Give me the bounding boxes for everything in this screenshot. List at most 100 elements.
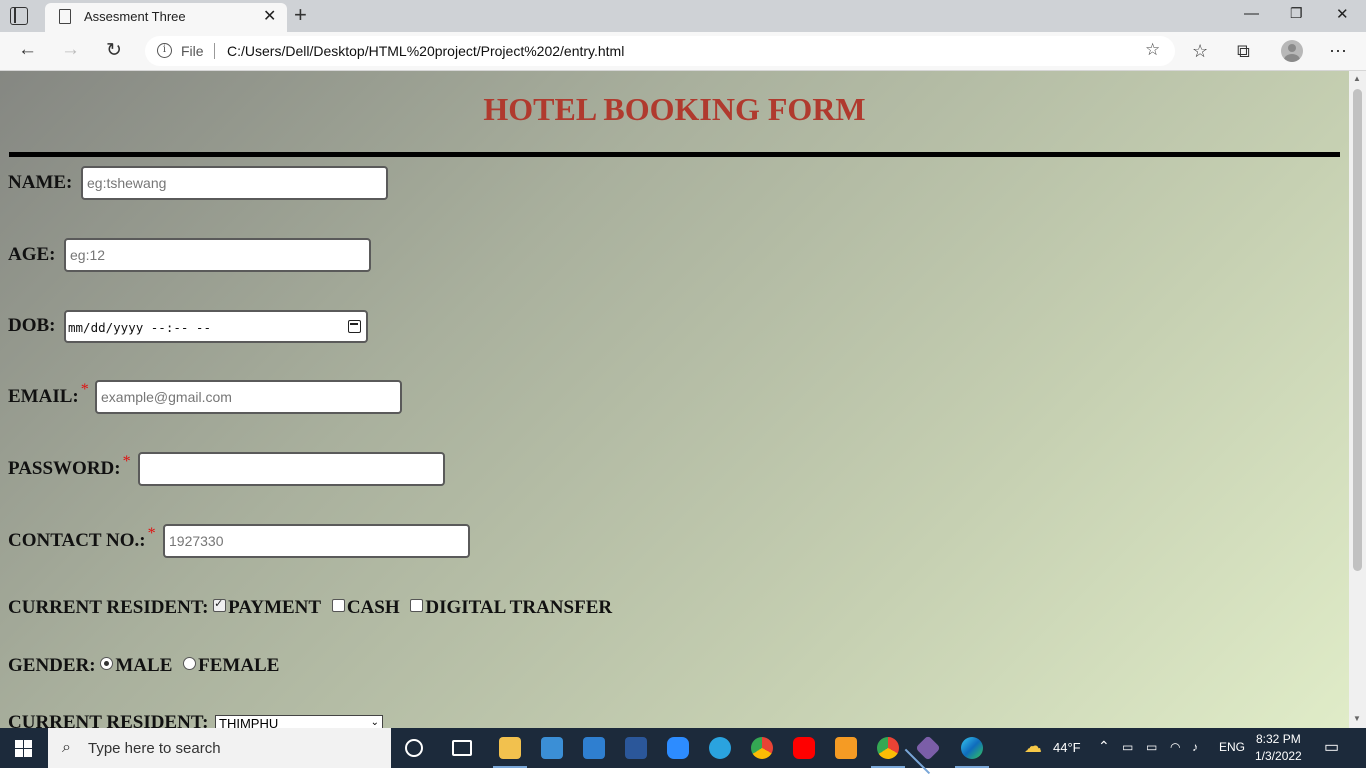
clock-date: 1/3/2022 [1255, 749, 1302, 763]
minimize-icon[interactable]: — [1244, 5, 1259, 22]
required-asterisk: * [147, 525, 156, 542]
weather-temperature[interactable]: 44°F [1053, 740, 1081, 755]
email-input[interactable]: example@gmail.com [95, 380, 402, 414]
chrome-icon[interactable] [751, 737, 773, 759]
contact-input[interactable]: 1927330 [163, 524, 470, 558]
password-input[interactable] [138, 452, 445, 486]
wifi-icon[interactable]: ◠ [1170, 740, 1180, 754]
divider [214, 43, 215, 59]
chevron-up-icon[interactable]: ⌃ [1098, 738, 1110, 755]
option-label: FEMALE [198, 655, 280, 676]
window-close-icon[interactable]: ✕ [1336, 5, 1349, 23]
navigation-bar: ← → ↻ i File C:/Users/Dell/Desktop/HTML%… [0, 32, 1366, 71]
meet-now-icon[interactable]: ▭ [1122, 740, 1133, 754]
collections-icon[interactable]: ⧉ [1237, 41, 1250, 62]
checkbox-unchecked[interactable] [331, 599, 345, 612]
windows-start-icon[interactable] [15, 740, 32, 757]
residence-select[interactable]: THIMPHU ⌄ [215, 715, 383, 728]
age-input[interactable]: eg:12 [64, 238, 371, 272]
scrollbar-thumb[interactable] [1353, 89, 1362, 571]
gender-row: GENDER: MALE FEMALE [8, 655, 285, 677]
name-input[interactable]: eg:tshewang [81, 166, 388, 200]
required-asterisk: * [122, 453, 131, 470]
url-text[interactable]: C:/Users/Dell/Desktop/HTML%20project/Pro… [227, 43, 624, 59]
calendar-icon[interactable] [348, 320, 361, 333]
male-radio-option[interactable]: MALE [100, 655, 172, 676]
search-icon: ⌕ [62, 739, 71, 756]
app-icon[interactable] [915, 735, 941, 761]
taskbar-search[interactable]: ⌕ Type here to search [48, 728, 391, 768]
file-explorer-icon[interactable] [493, 737, 527, 768]
residence-selected-value: THIMPHU [219, 716, 279, 728]
horizontal-rule [9, 152, 1340, 157]
email-label: EMAIL: * [8, 381, 89, 408]
page-title: HOTEL BOOKING FORM [483, 91, 866, 127]
scroll-down-icon[interactable]: ▼ [1353, 714, 1361, 723]
tab-strip: Assesment Three ✕ + — ❐ ✕ [0, 0, 1366, 32]
info-icon[interactable]: i [157, 43, 172, 58]
notifications-icon[interactable]: ▭ [1324, 737, 1339, 757]
payment-group-label: CURRENT RESIDENT: [8, 597, 209, 618]
profile-avatar[interactable] [1281, 40, 1303, 62]
battery-icon[interactable]: ▭ [1146, 740, 1157, 754]
store-icon[interactable] [541, 737, 563, 759]
tab-actions-icon[interactable] [10, 7, 28, 25]
back-arrow-icon[interactable]: ← [18, 39, 37, 61]
youtube-icon[interactable] [793, 737, 815, 759]
zoom-icon[interactable] [667, 737, 689, 759]
language-indicator[interactable]: ENG [1219, 740, 1245, 754]
telegram-icon[interactable] [709, 737, 731, 759]
page-content: HOTEL BOOKING FORM NAME: eg:tshewang AGE… [0, 71, 1349, 728]
checkbox-unchecked[interactable] [410, 599, 424, 612]
digital-transfer-checkbox-option[interactable]: DIGITAL TRANSFER [410, 597, 612, 618]
mail-icon[interactable] [583, 737, 605, 759]
name-label: NAME: [8, 172, 73, 193]
radio-unselected[interactable] [183, 657, 197, 670]
female-radio-option[interactable]: FEMALE [183, 655, 279, 676]
cash-checkbox-option[interactable]: CASH [331, 597, 400, 618]
more-options-icon[interactable]: ⋯ [1329, 41, 1347, 62]
restore-icon[interactable]: ❐ [1290, 5, 1303, 22]
password-label-text: PASSWORD: [8, 458, 121, 479]
scroll-up-icon[interactable]: ▲ [1353, 74, 1361, 83]
email-label-text: EMAIL: [8, 386, 79, 407]
contact-placeholder: 1927330 [169, 533, 224, 549]
sublime-text-icon[interactable] [835, 737, 857, 759]
forward-arrow-icon[interactable]: → [61, 39, 80, 61]
browser-tab[interactable]: Assesment Three ✕ [45, 3, 287, 32]
option-label: MALE [115, 655, 173, 676]
age-label: AGE: [8, 244, 56, 265]
new-tab-icon[interactable]: + [294, 2, 307, 28]
vertical-scrollbar[interactable]: ▲ ▼ [1349, 71, 1366, 728]
contact-label-text: CONTACT NO.: [8, 530, 146, 551]
dob-value: mm/dd/yyyy --:-- -- [68, 320, 211, 335]
weather-icon[interactable]: ☁ [1024, 736, 1042, 757]
add-favorite-icon[interactable]: ☆ [1145, 40, 1160, 60]
payment-checkbox-option[interactable]: PAYMENT [213, 597, 321, 618]
email-placeholder: example@gmail.com [101, 389, 232, 405]
volume-icon[interactable]: ♪ [1192, 740, 1198, 754]
favorites-icon[interactable]: ☆ [1192, 41, 1208, 62]
chrome-profile-icon[interactable] [871, 737, 905, 768]
word-icon[interactable] [625, 737, 647, 759]
checkbox-checked[interactable] [213, 597, 227, 612]
clock[interactable]: 8:32 PM 1/3/2022 [1255, 731, 1302, 765]
cortana-icon[interactable] [405, 739, 423, 757]
clock-time: 8:32 PM [1256, 732, 1301, 746]
url-scheme-label: File [181, 43, 204, 59]
required-asterisk: * [80, 381, 89, 398]
gender-label: GENDER: [8, 655, 96, 676]
task-view-icon[interactable] [452, 740, 472, 756]
search-placeholder: Type here to search [88, 740, 221, 757]
taskbar: ⌕ Type here to search ☁ 44°F ⌃ ▭ ▭ ◠ ♪ E… [0, 728, 1366, 768]
tab-close-icon[interactable]: ✕ [263, 6, 276, 26]
option-label: DIGITAL TRANSFER [425, 597, 613, 618]
edge-icon[interactable] [955, 737, 989, 768]
refresh-icon[interactable]: ↻ [106, 39, 122, 62]
radio-selected[interactable] [100, 657, 114, 670]
dob-input[interactable]: mm/dd/yyyy --:-- -- [64, 310, 368, 343]
address-bar[interactable]: i File C:/Users/Dell/Desktop/HTML%20proj… [145, 36, 1175, 66]
payment-row: CURRENT RESIDENT: PAYMENT CASH DIGITAL T… [8, 597, 618, 619]
dob-label: DOB: [8, 315, 56, 336]
age-placeholder: eg:12 [70, 247, 106, 263]
